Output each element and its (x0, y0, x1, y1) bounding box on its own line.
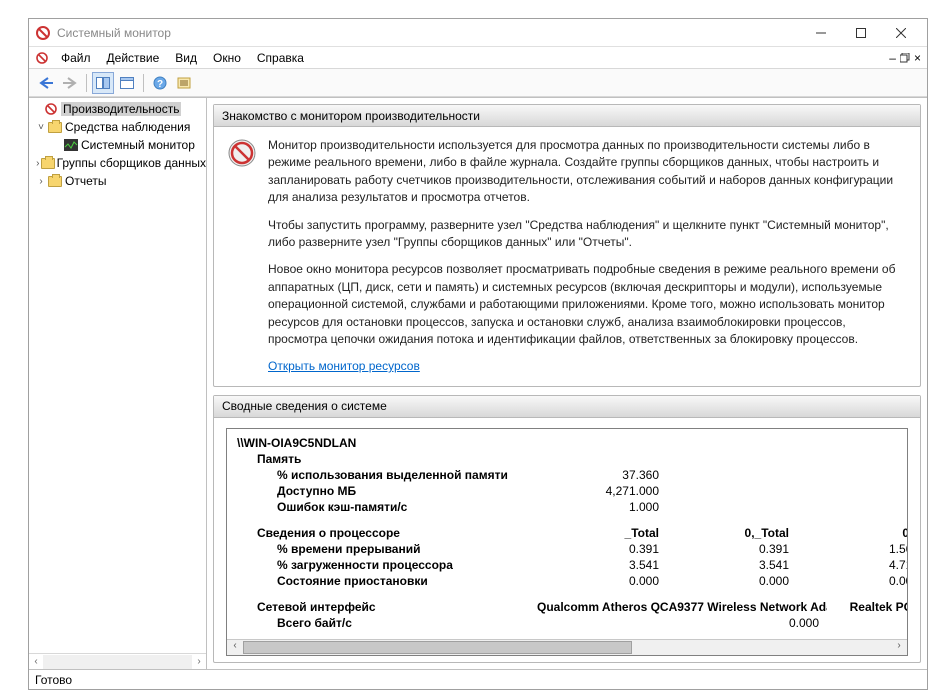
toolbar-properties-button[interactable] (116, 72, 138, 94)
intro-panel: Знакомство с монитором производительност… (213, 104, 921, 387)
toolbar-refresh-button[interactable] (173, 72, 195, 94)
tree-root[interactable]: Производительность (29, 100, 206, 118)
maximize-button[interactable] (841, 22, 881, 44)
summary-panel: Сводные сведения о системе \\WIN-OIA9C5N… (213, 395, 921, 663)
content-area: Производительность ˅ Средства наблюдения… (29, 97, 927, 669)
menu-view[interactable]: Вид (169, 49, 203, 67)
summary-body: \\WIN-OIA9C5NDLAN Память % использования… (226, 428, 908, 656)
menubar: Файл Действие Вид Окно Справка – × (29, 47, 927, 69)
app-icon (35, 25, 51, 41)
perfmon-icon (43, 101, 59, 117)
open-resource-monitor-link[interactable]: Открыть монитор ресурсов (268, 359, 420, 373)
app-window: Системный монитор Файл Действие Вид Окно… (28, 18, 928, 690)
table-row: Доступно МБ4,271.000 (237, 483, 897, 499)
mdi-restore[interactable] (900, 53, 910, 63)
tree-hscrollbar[interactable]: ‹› (29, 653, 206, 669)
table-row: Ошибок кэш-памяти/с1.000 (237, 499, 897, 515)
menu-help[interactable]: Справка (251, 49, 310, 67)
close-button[interactable] (881, 22, 921, 44)
app-icon-small (35, 51, 49, 65)
statusbar: Готово (29, 669, 927, 689)
table-row: Сведения о процессоре_Total0,_Total0,0 (237, 525, 897, 541)
toolbar-panes-button[interactable] (92, 72, 114, 94)
minimize-button[interactable] (801, 22, 841, 44)
menu-action[interactable]: Действие (101, 49, 166, 67)
tree-item-reports[interactable]: › Отчеты (29, 172, 206, 190)
table-row: % загруженности процессора3.5413.5414.71… (237, 557, 897, 573)
menu-file[interactable]: Файл (55, 49, 97, 67)
mdi-close[interactable]: × (914, 51, 921, 65)
host-name: \\WIN-OIA9C5NDLAN (237, 436, 537, 450)
tree-item-collectors[interactable]: › Группы сборщиков данных (29, 154, 206, 172)
window-title: Системный монитор (57, 26, 801, 40)
intro-p3: Новое окно монитора ресурсов позволяет п… (268, 261, 908, 348)
expand-toggle[interactable]: › (35, 176, 47, 187)
summary-hscrollbar[interactable]: ‹› (227, 639, 907, 655)
toolbar-help-button[interactable]: ? (149, 72, 171, 94)
tree-item-system-monitor[interactable]: Системный монитор (29, 136, 206, 154)
main-panel: Знакомство с монитором производительност… (207, 98, 927, 669)
tree-item-monitoring-tools[interactable]: ˅ Средства наблюдения (29, 118, 206, 136)
mem-label: Память (237, 452, 537, 466)
navigation-tree[interactable]: Производительность ˅ Средства наблюдения… (29, 98, 207, 669)
summary-header: Сводные сведения о системе (214, 396, 920, 418)
table-row: Сетевой интерфейсQualcomm Atheros QCA937… (237, 599, 897, 615)
tree-root-label: Производительность (61, 102, 181, 116)
table-row: Всего байт/с0.000 (237, 615, 897, 631)
mdi-minimize[interactable]: – (889, 51, 896, 65)
perfmon-large-icon (226, 137, 258, 169)
intro-header: Знакомство с монитором производительност… (214, 105, 920, 127)
nav-forward-button[interactable] (59, 72, 81, 94)
outer-titlebar: Системный монитор (29, 19, 927, 47)
intro-p1: Монитор производительности используется … (268, 137, 908, 207)
table-row: Состояние приостановки0.0000.0000.000 (237, 573, 897, 589)
table-row: % использования выделенной памяти37.360 (237, 467, 897, 483)
chart-icon (63, 137, 79, 153)
toolbar: ? (29, 69, 927, 97)
svg-text:?: ? (157, 79, 163, 90)
table-row: % времени прерываний0.3910.3911.562 (237, 541, 897, 557)
intro-p2: Чтобы запустить программу, разверните уз… (268, 217, 908, 252)
status-text: Готово (35, 673, 72, 687)
expand-toggle[interactable]: ˅ (35, 122, 47, 133)
menu-window[interactable]: Окно (207, 49, 247, 67)
nav-back-button[interactable] (35, 72, 57, 94)
